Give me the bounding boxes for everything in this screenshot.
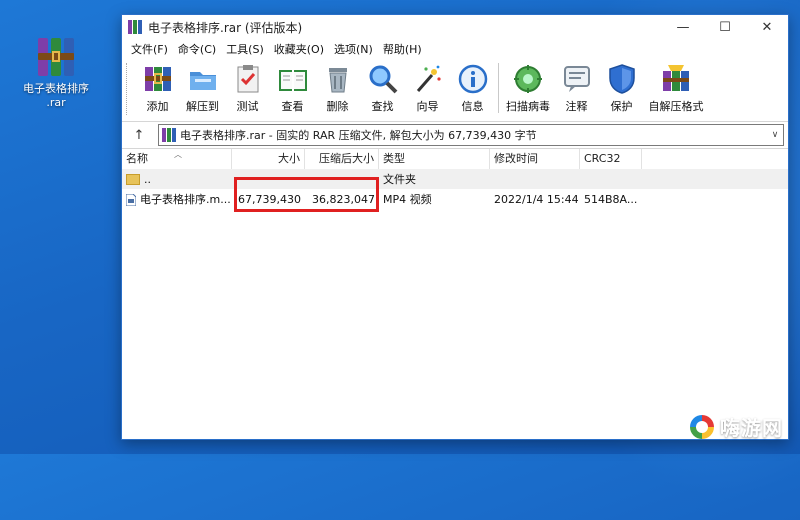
row-type: MP4 视频 (383, 193, 432, 206)
protect-label: 保护 (610, 100, 633, 113)
virus-scan-icon (512, 63, 544, 95)
menu-favorites[interactable]: 收藏夹(O) (269, 41, 329, 57)
row-name: 电子表格排序.m... (140, 193, 231, 206)
site-logo-icon (690, 414, 714, 439)
row-name: .. (144, 172, 151, 186)
close-button[interactable]: ✕ (746, 15, 788, 39)
menu-tools[interactable]: 工具(S) (221, 41, 269, 57)
info-button[interactable]: 信息 (450, 63, 495, 114)
maximize-button[interactable]: ☐ (704, 15, 746, 39)
view-book-icon (277, 63, 309, 95)
shield-icon (606, 63, 638, 95)
toolbar-grip[interactable] (126, 63, 131, 115)
size-highlight-box (234, 177, 379, 212)
list-header: 名称 大小 压缩后大小 类型 修改时间 CRC32 ︿ (122, 149, 788, 169)
delete-label: 删除 (326, 100, 349, 113)
column-modified[interactable]: 修改时间 (490, 149, 580, 169)
wizard-wand-icon (412, 63, 444, 95)
extract-to-label: 解压到 (186, 100, 219, 113)
sort-ascending-icon: ︿ (174, 150, 182, 159)
extract-folder-icon (187, 63, 219, 95)
window-title: 电子表格排序.rar (评估版本) (148, 20, 303, 35)
address-text: 电子表格排序.rar - 固实的 RAR 压缩文件, 解包大小为 67,739,… (180, 129, 537, 142)
info-icon (457, 63, 489, 95)
watermark-text: 嗨游网 (720, 416, 783, 440)
video-file-icon (126, 194, 136, 206)
delete-button[interactable]: 删除 (315, 63, 360, 114)
find-label: 查找 (371, 100, 394, 113)
add-books-icon (142, 63, 174, 95)
column-size[interactable]: 大小 (232, 149, 305, 169)
address-bar: ↑ 电子表格排序.rar - 固实的 RAR 压缩文件, 解包大小为 67,73… (122, 122, 788, 149)
sfx-label: 自解压格式 (648, 100, 704, 113)
desktop-icon-label: 电子表格排序 .rar (23, 82, 89, 109)
table-row[interactable]: 电子表格排序.m... 67,739,430 36,823,047 MP4 视频… (122, 189, 788, 209)
extract-to-button[interactable]: 解压到 (180, 63, 225, 114)
test-clipboard-icon (232, 63, 264, 95)
watermark: 嗨游网 (690, 412, 783, 441)
column-crc[interactable]: CRC32 (580, 149, 642, 169)
toolbar: 添加 解压到 测试 查看 删除 查找 向导 信息 扫描病毒 注释 保护 自解压格… (122, 59, 788, 122)
protect-button[interactable]: 保护 (599, 63, 644, 114)
add-label: 添加 (146, 100, 169, 113)
test-label: 测试 (236, 100, 259, 113)
column-packed[interactable]: 压缩后大小 (305, 149, 379, 169)
virus-scan-button[interactable]: 扫描病毒 (502, 63, 554, 114)
file-list: 名称 大小 压缩后大小 类型 修改时间 CRC32 ︿ .. 文件夹 电子表格排… (122, 149, 788, 209)
desktop-rar-file-icon[interactable]: 电子表格排序 .rar (14, 38, 98, 110)
sfx-button[interactable]: 自解压格式 (644, 63, 708, 114)
comment-icon (561, 63, 593, 95)
folder-icon (126, 174, 140, 185)
magnifier-icon (367, 63, 399, 95)
wizard-button[interactable]: 向导 (405, 63, 450, 114)
menu-file[interactable]: 文件(F) (126, 41, 173, 57)
address-field[interactable]: 电子表格排序.rar - 固实的 RAR 压缩文件, 解包大小为 67,739,… (158, 124, 784, 146)
sfx-books-icon (660, 63, 692, 95)
info-label: 信息 (461, 100, 484, 113)
menu-commands[interactable]: 命令(C) (173, 41, 221, 57)
virus-scan-label: 扫描病毒 (506, 100, 550, 113)
chevron-down-icon[interactable]: ∨ (767, 130, 783, 140)
view-label: 查看 (281, 100, 304, 113)
title-bar[interactable]: 电子表格排序.rar (评估版本) — ☐ ✕ (122, 15, 788, 39)
archive-mini-icon (162, 128, 176, 142)
minimize-button[interactable]: — (662, 15, 704, 39)
menu-options[interactable]: 选项(N) (329, 41, 378, 57)
comment-label: 注释 (565, 100, 588, 113)
add-button[interactable]: 添加 (135, 63, 180, 114)
row-modified: 2022/1/4 15:44 (494, 192, 579, 206)
up-folder-button[interactable]: ↑ (128, 128, 150, 143)
trash-icon (322, 63, 354, 95)
row-crc: 514B8A... (584, 192, 638, 206)
menu-bar: 文件(F) 命令(C) 工具(S) 收藏夹(O) 选项(N) 帮助(H) (122, 39, 788, 59)
row-type: 文件夹 (383, 173, 416, 186)
find-button[interactable]: 查找 (360, 63, 405, 114)
test-button[interactable]: 测试 (225, 63, 270, 114)
column-type[interactable]: 类型 (379, 149, 490, 169)
winrar-window: 电子表格排序.rar (评估版本) — ☐ ✕ 文件(F) 命令(C) 工具(S… (121, 14, 789, 440)
winrar-archive-icon (38, 38, 74, 76)
wizard-label: 向导 (416, 100, 439, 113)
toolbar-separator (498, 63, 499, 113)
comment-button[interactable]: 注释 (554, 63, 599, 114)
menu-help[interactable]: 帮助(H) (378, 41, 427, 57)
table-row[interactable]: .. 文件夹 (122, 169, 788, 189)
winrar-app-icon (128, 20, 142, 34)
view-button[interactable]: 查看 (270, 63, 315, 114)
